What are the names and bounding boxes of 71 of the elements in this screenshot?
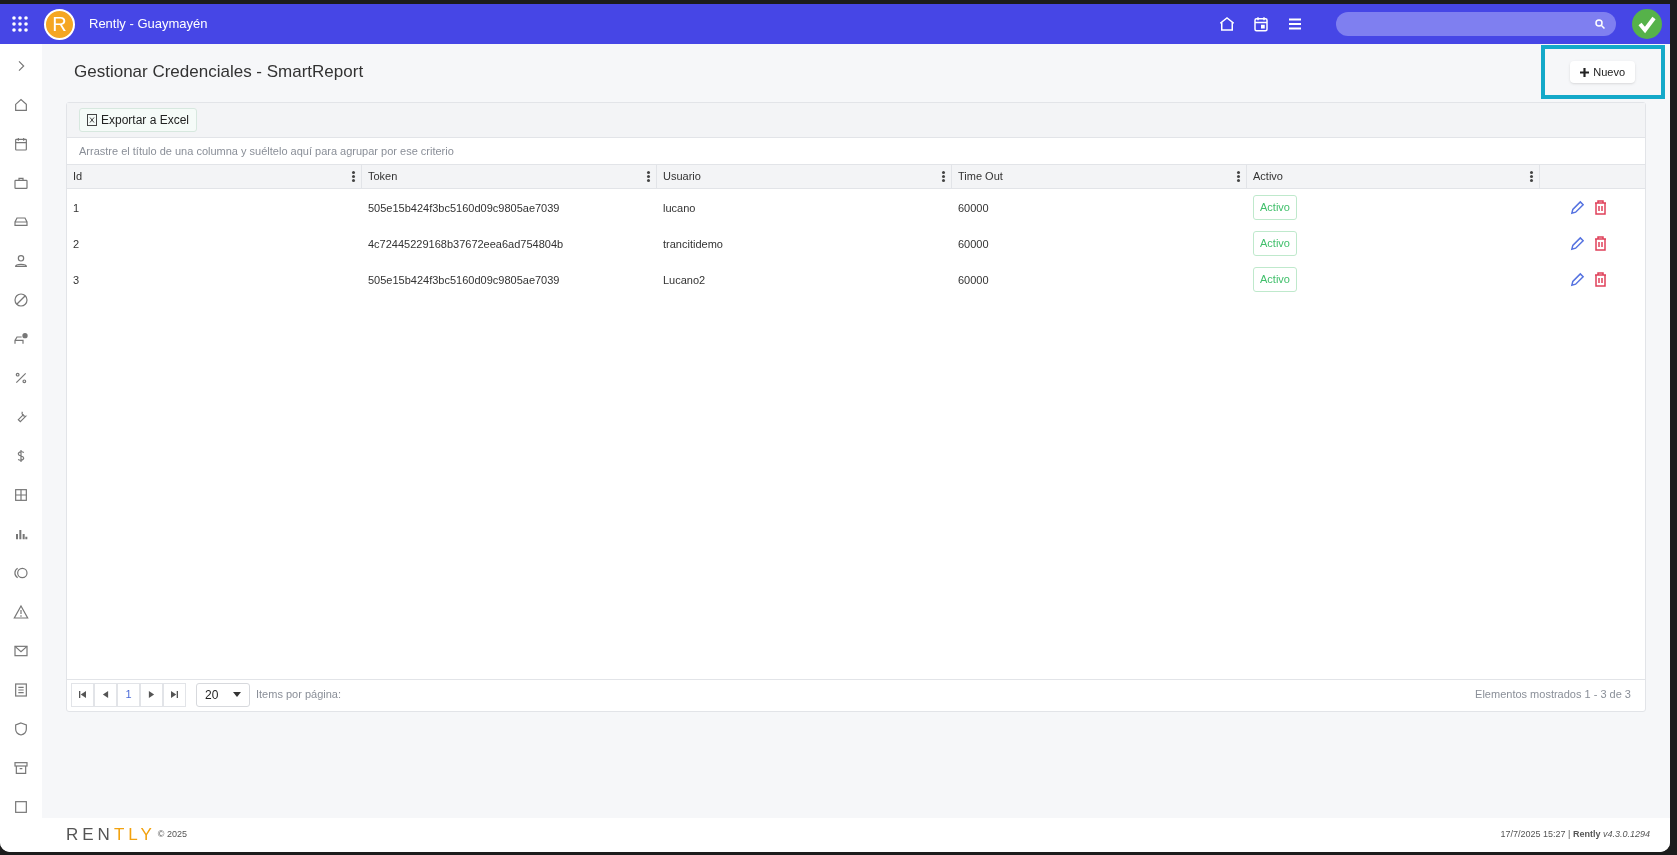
table-cell: trancitidemo (663, 238, 723, 250)
new-button[interactable]: Nuevo (1570, 61, 1635, 83)
home-icon[interactable] (1218, 15, 1236, 33)
apps-grid-icon[interactable] (12, 16, 28, 32)
first-page-icon[interactable] (71, 682, 94, 707)
edit-pencil-icon[interactable] (1570, 235, 1585, 251)
envelope-icon[interactable] (13, 643, 29, 659)
plus-icon (1580, 67, 1590, 77)
percent-icon[interactable] (13, 370, 29, 386)
page-title: Gestionar Credenciales - SmartReport (74, 61, 364, 84)
edit-pencil-icon[interactable] (1570, 199, 1585, 215)
table-cell: 3 (73, 274, 80, 286)
app-logo: R (44, 8, 75, 40)
previous-page-icon[interactable] (94, 682, 117, 707)
next-page-icon[interactable] (140, 682, 163, 707)
status-badge: Activo (1253, 231, 1297, 256)
edit-pencil-icon[interactable] (1570, 271, 1585, 287)
column-header[interactable]: Token (368, 168, 647, 185)
column-header[interactable]: Id (73, 168, 352, 185)
table-cell: lucano (663, 202, 696, 214)
copyright-text: © 2025 (157, 828, 187, 842)
app-title: Rently - Guaymayén (89, 15, 208, 34)
prohibited-icon[interactable] (13, 292, 29, 308)
version-info: 17/7/2025 15:27 | Rently v4.3.0.1294 (1500, 828, 1650, 842)
column-menu-icon[interactable] (352, 171, 355, 182)
archive-icon[interactable] (13, 760, 29, 776)
column-header[interactable]: Usuario (663, 168, 942, 185)
calendar-icon[interactable] (13, 136, 29, 152)
excel-file-icon (87, 114, 97, 126)
footer-logo: REN TLY (66, 824, 156, 847)
table-cell: 1 (73, 202, 80, 214)
circles-icon[interactable] (13, 565, 29, 581)
car-alert-icon[interactable] (13, 331, 29, 347)
shield-icon[interactable] (13, 721, 29, 737)
calendar-icon[interactable] (1252, 15, 1270, 33)
home-icon[interactable] (13, 97, 29, 113)
export-excel-button[interactable]: Exportar a Excel (79, 108, 198, 132)
table-cell: 505e15b424f3bc5160d09c9805ae7039 (368, 202, 560, 214)
table-cell: Lucano2 (663, 274, 706, 286)
check-circle-icon[interactable] (1632, 9, 1662, 39)
page-button[interactable]: 1 (117, 682, 140, 707)
trash-icon[interactable] (1594, 199, 1607, 215)
pager-summary: Elementos mostrados 1 - 3 de 3 (1475, 687, 1631, 703)
column-menu-icon[interactable] (942, 171, 945, 182)
column-menu-icon[interactable] (1530, 171, 1533, 182)
briefcase-icon[interactable] (13, 175, 29, 191)
column-header[interactable]: Time Out (958, 168, 1237, 185)
page-size-label: Items por página: (256, 687, 341, 703)
column-menu-icon[interactable] (1237, 171, 1240, 182)
table-cell: 505e15b424f3bc5160d09c9805ae7039 (368, 274, 560, 286)
last-page-icon[interactable] (163, 682, 186, 707)
group-hint: Arrastre el título de una columna y suéltelo aquí para agrupar por ese criterio (79, 143, 454, 159)
warning-icon[interactable] (13, 604, 29, 620)
status-badge: Activo (1253, 267, 1297, 292)
trash-icon[interactable] (1594, 235, 1607, 251)
table-cell: 60000 (958, 238, 989, 250)
dropdown-caret-icon (233, 692, 241, 697)
trash-icon[interactable] (1594, 271, 1607, 287)
table-cell: 2 (73, 238, 80, 250)
column-header[interactable]: Activo (1253, 168, 1530, 185)
table-cell: 60000 (958, 274, 989, 286)
page-size-select[interactable]: 20 (196, 682, 250, 707)
person-icon[interactable] (13, 253, 29, 269)
table-cell: 4c72445229168b37672eea6ad754804b (368, 238, 564, 250)
table-cell: 60000 (958, 202, 989, 214)
list-icon[interactable] (13, 682, 29, 698)
status-badge: Activo (1253, 195, 1297, 220)
calculator-icon[interactable] (13, 487, 29, 503)
search-field[interactable] (1336, 12, 1616, 36)
column-menu-icon[interactable] (647, 171, 650, 182)
search-icon (1594, 18, 1606, 30)
